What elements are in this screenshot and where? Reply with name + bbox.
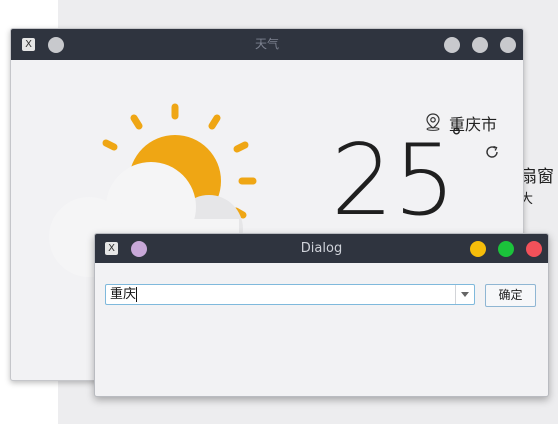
text-cursor [136,287,137,302]
minimize-button[interactable] [444,37,460,53]
temperature-value: 25 [331,124,456,238]
degree-symbol: ° [451,125,462,150]
weather-titlebar[interactable]: X 天气 [11,29,523,60]
close-button[interactable] [500,37,516,53]
chevron-down-icon[interactable] [455,285,474,304]
dialog-close-button[interactable] [526,241,542,257]
refresh-icon[interactable] [484,144,500,160]
dialog-minimize-button[interactable] [470,241,486,257]
background-window-text: 扇窗 [520,167,554,187]
city-dialog: X Dialog 重庆 确定 [94,233,549,397]
dialog-maximize-button[interactable] [498,241,514,257]
ok-button[interactable]: 确定 [485,284,536,307]
dialog-titlebar[interactable]: X Dialog [95,234,548,263]
city-combo-value[interactable]: 重庆 [110,286,136,303]
maximize-button[interactable] [472,37,488,53]
city-combo-box[interactable]: 重庆 [105,284,475,305]
